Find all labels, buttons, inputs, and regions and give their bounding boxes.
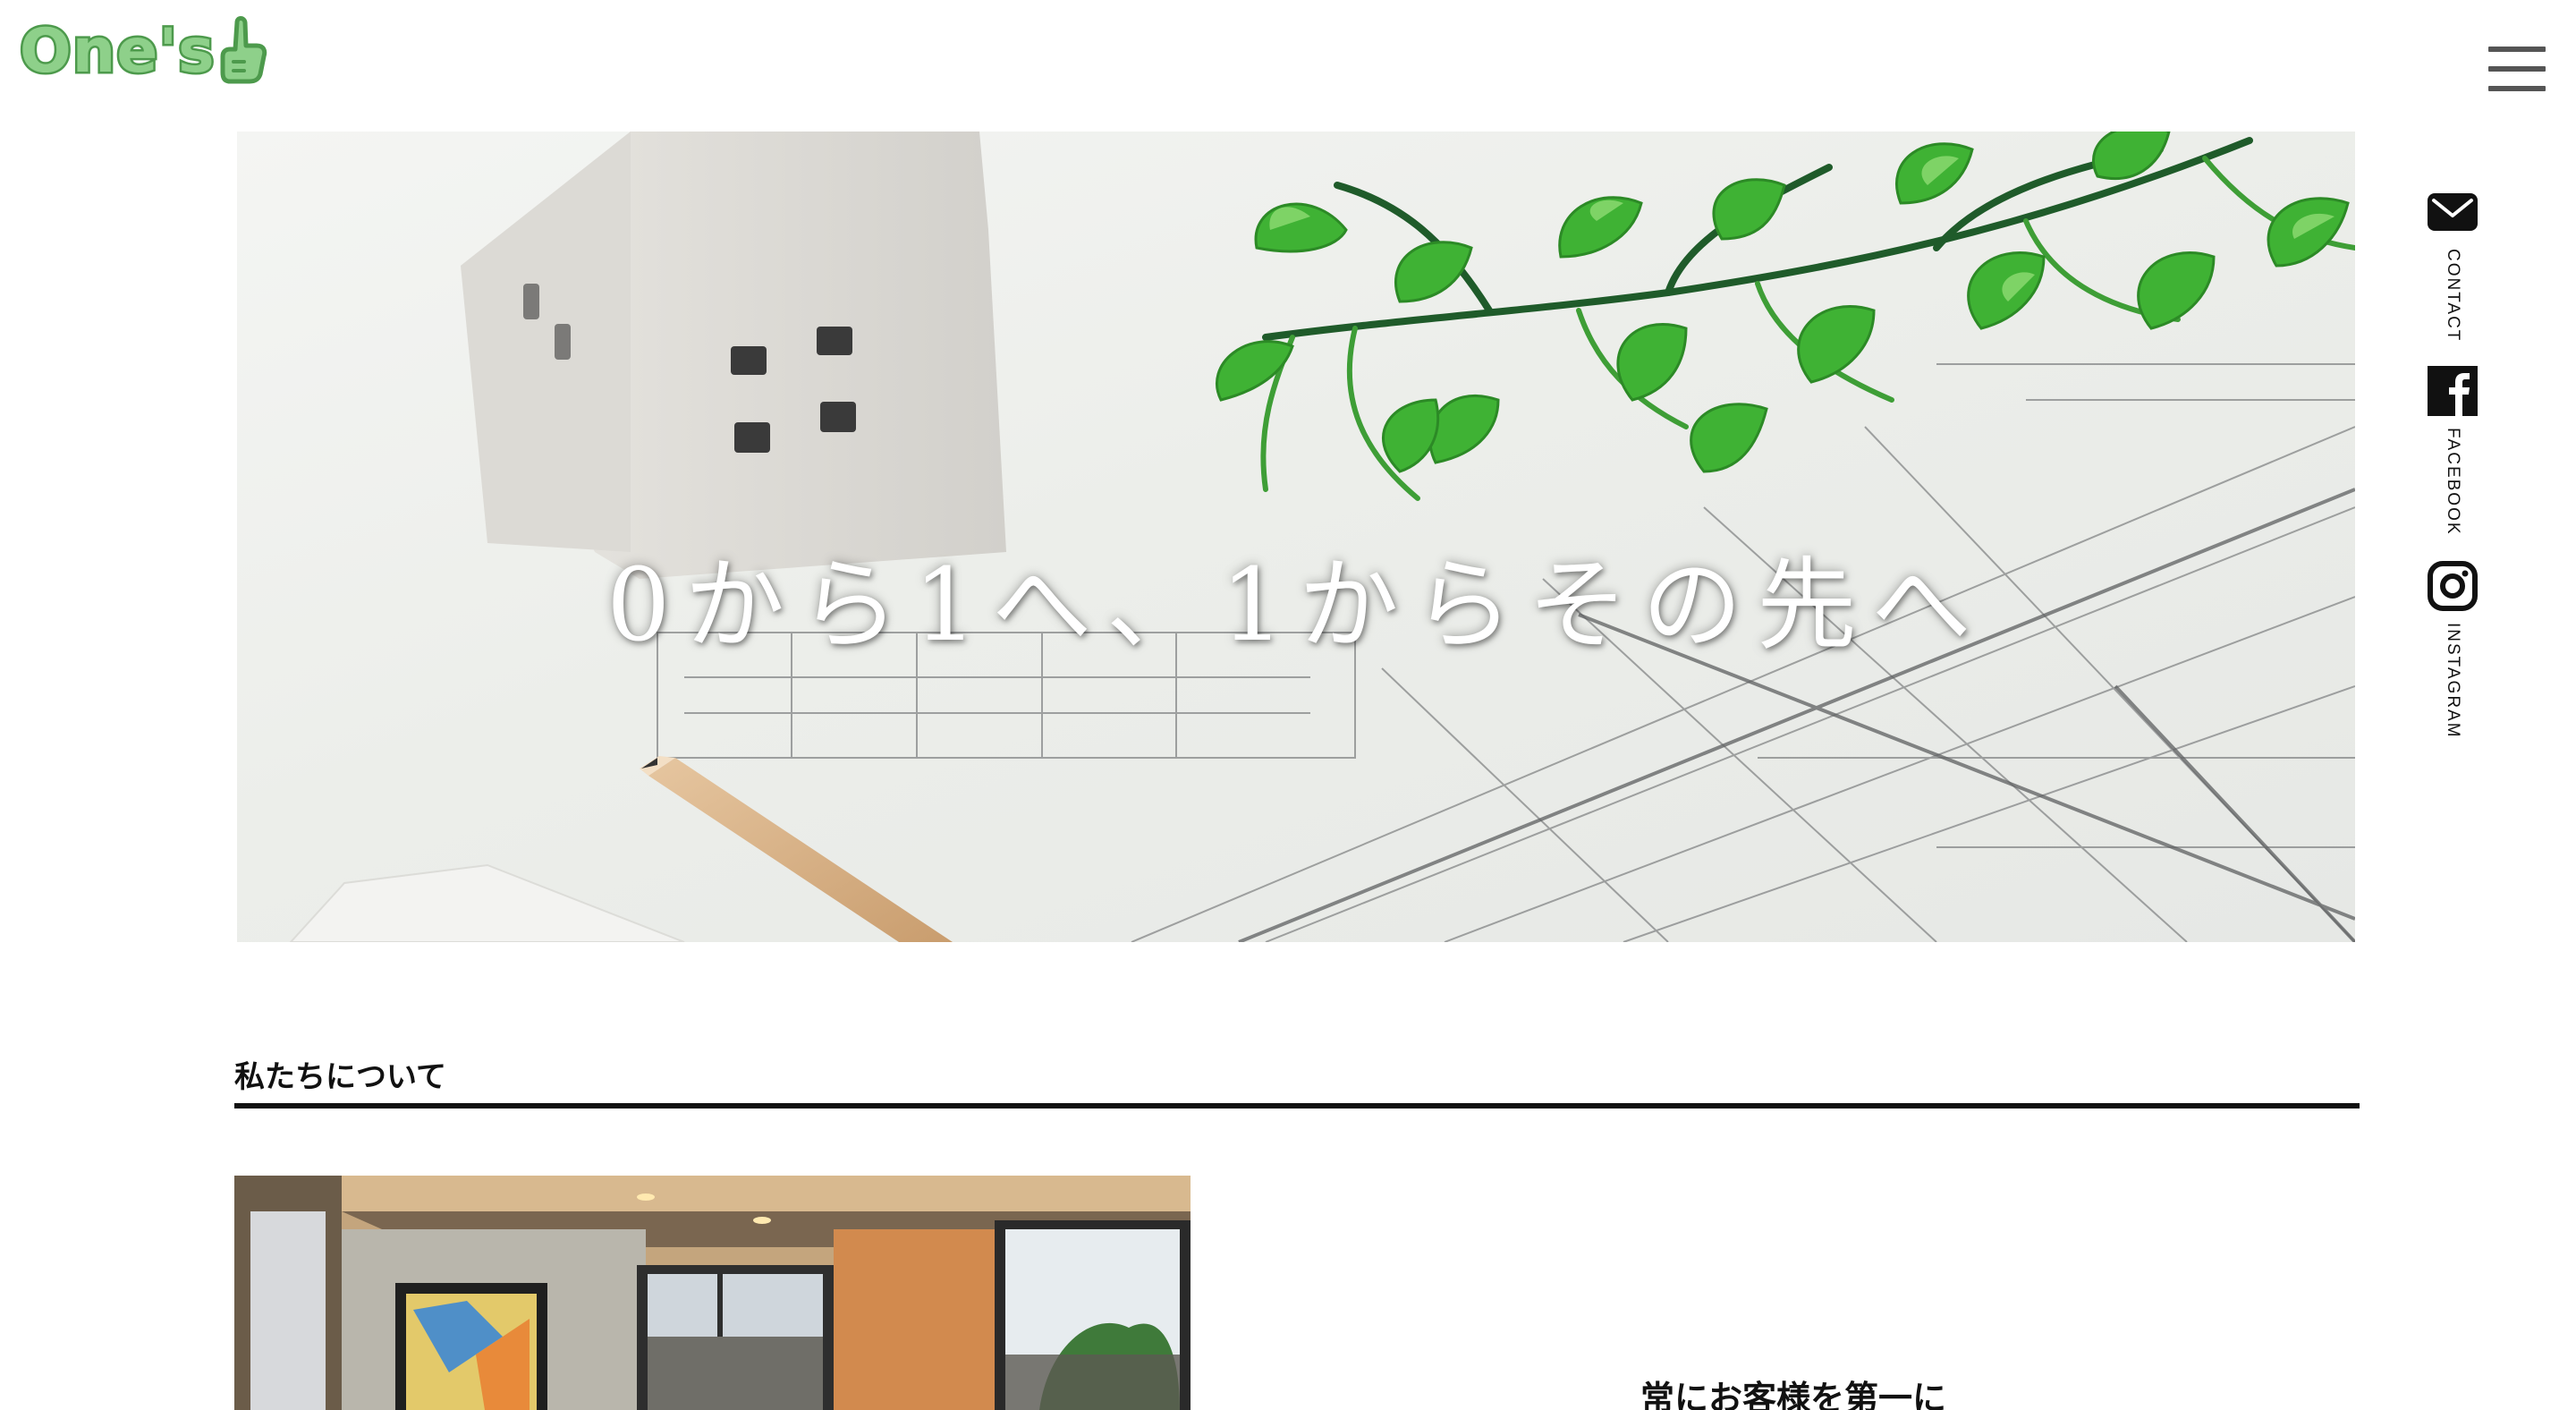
menu-line: [2488, 47, 2546, 52]
thumbs-up-icon: [220, 16, 267, 84]
logo-text: One's: [18, 13, 217, 89]
about-photo: [234, 1176, 1191, 1410]
about-heading: 常にお客様を第一に: [1640, 1379, 1947, 1410]
contact-link[interactable]: CONTACT: [2427, 186, 2479, 347]
hero-banner: 0から1へ、1からその先へ: [237, 132, 2355, 942]
contact-label: CONTACT: [2444, 249, 2462, 343]
instagram-link[interactable]: INSTAGRAM: [2427, 560, 2479, 739]
page: One's 0から1へ、1からその先へ CONTACT FACEBOOK INS…: [0, 0, 2576, 1410]
mail-icon: [2428, 193, 2478, 231]
site-logo[interactable]: One's: [18, 13, 267, 89]
facebook-label: FACEBOOK: [2444, 428, 2462, 536]
menu-line: [2488, 86, 2546, 91]
menu-line: [2488, 66, 2546, 72]
interior-illustration: [234, 1176, 1191, 1410]
hamburger-menu-icon[interactable]: [2488, 47, 2546, 91]
instagram-icon: [2428, 561, 2478, 611]
hero-headline: 0から1へ、1からその先へ: [606, 548, 1986, 664]
facebook-link[interactable]: FACEBOOK: [2427, 365, 2479, 560]
instagram-label: INSTAGRAM: [2444, 623, 2462, 739]
section-title-about: 私たちについて: [234, 1059, 446, 1095]
section-divider: [234, 1103, 2360, 1108]
social-links: CONTACT FACEBOOK INSTAGRAM: [2426, 186, 2479, 739]
facebook-icon: [2428, 366, 2478, 416]
